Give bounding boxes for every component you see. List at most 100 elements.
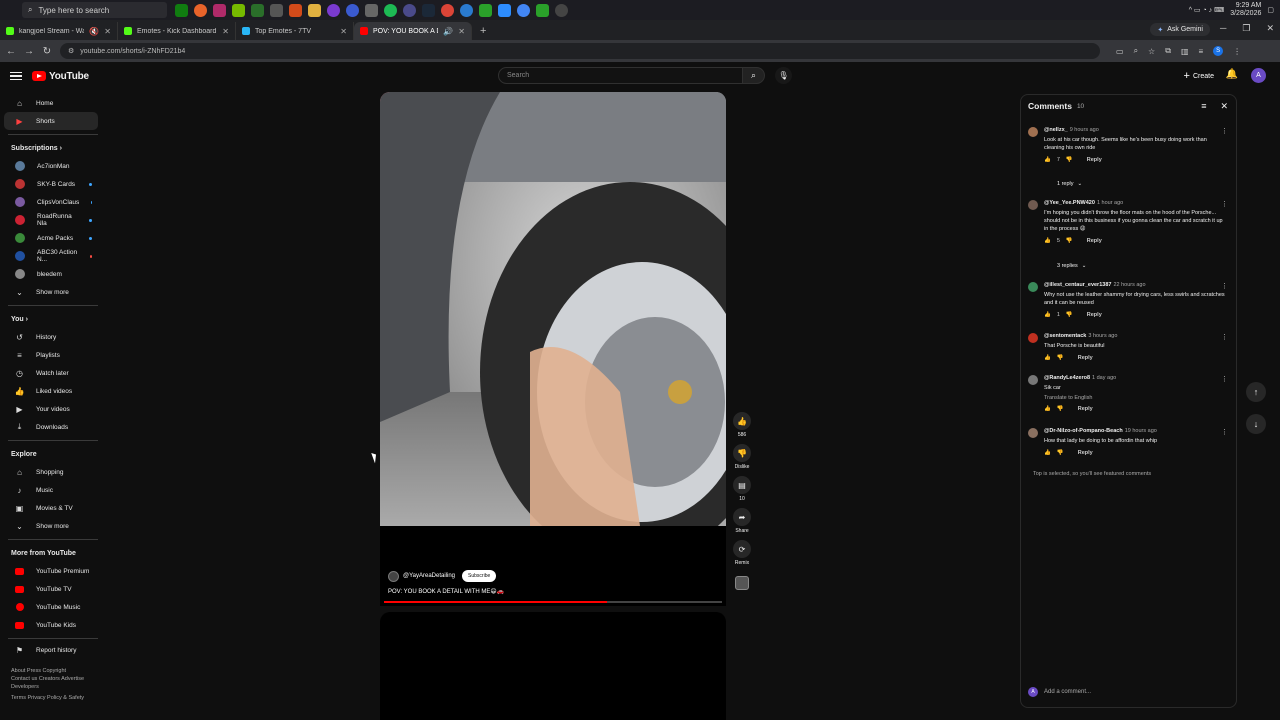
comment-author[interactable]: @Dr-Nilzo-of-Pompano-Beach	[1044, 428, 1123, 434]
commenter-avatar[interactable]	[1028, 200, 1038, 210]
nvidia-app-icon[interactable]	[232, 3, 245, 17]
close-icon[interactable]: ✕	[1220, 101, 1228, 112]
next-short-preview[interactable]	[380, 612, 726, 720]
audio-icon[interactable]: 🔊	[443, 27, 453, 36]
thumbs-up-icon[interactable]: 👍	[1044, 312, 1051, 318]
view-replies-button[interactable]: 3 replies ⌄	[1057, 263, 1086, 269]
sort-icon[interactable]: ≡	[1201, 101, 1206, 112]
settings-icon[interactable]	[555, 3, 568, 17]
sidebar-item-music[interactable]: ♪ Music	[4, 481, 98, 499]
steam-app-icon[interactable]	[422, 3, 435, 17]
chrome-app-icon[interactable]	[441, 3, 454, 17]
close-icon[interactable]: ✕	[458, 27, 465, 36]
maximize-icon[interactable]: ❐	[1242, 23, 1250, 34]
folder-app-icon[interactable]	[308, 3, 321, 17]
more-options-icon[interactable]: ⋮	[1221, 333, 1228, 341]
reply-button[interactable]: Reply	[1087, 238, 1102, 244]
url-field[interactable]: ⚙ youtube.com/shorts/i-ZNhFD21b4	[60, 43, 1100, 59]
app-icon[interactable]	[403, 3, 416, 17]
more-options-icon[interactable]: ⋮	[1221, 375, 1228, 383]
sidebar-item-report-history[interactable]: ⚑ Report history	[4, 641, 98, 659]
comment-author[interactable]: @sentomentack	[1044, 333, 1086, 339]
browser-tab-active[interactable]: POV: YOU BOOK A DETAIL 🔊 ✕	[354, 22, 472, 40]
search-button[interactable]: ⌕	[743, 67, 765, 84]
app-icon[interactable]	[194, 3, 207, 17]
next-short-button[interactable]: ↓	[1246, 414, 1266, 434]
comments-button[interactable]: ▤ 10	[733, 476, 751, 502]
sidebar-item-channel[interactable]: Ac7ionMan	[4, 157, 98, 175]
sidebar-item-downloads[interactable]: ⤓ Downloads	[4, 418, 98, 436]
app-icon[interactable]	[270, 3, 283, 17]
commenter-avatar[interactable]	[1028, 282, 1038, 292]
sidebar-item-channel[interactable]: SKY-B Cards	[4, 175, 98, 193]
sidebar-item-shorts[interactable]: ▶ Shorts	[4, 112, 98, 130]
side-panel-icon[interactable]: ▥	[1181, 47, 1189, 56]
channel-name[interactable]: @YayAreaDetailing	[403, 573, 455, 579]
thumbs-down-icon[interactable]: 👎	[1066, 238, 1073, 244]
spotify-app-icon[interactable]	[384, 3, 397, 17]
sidebar-item-youtube-premium[interactable]: YouTube Premium	[4, 562, 98, 580]
voice-search-button[interactable]: 🎙	[775, 67, 792, 84]
account-avatar[interactable]: A	[1251, 68, 1266, 83]
reply-button[interactable]: Reply	[1078, 355, 1093, 361]
subscriptions-header[interactable]: Subscriptions ›	[0, 139, 104, 157]
app-icon[interactable]	[346, 3, 359, 17]
bookmark-star-icon[interactable]: ☆	[1148, 47, 1155, 56]
sound-thumbnail[interactable]	[735, 576, 749, 590]
youtube-logo[interactable]: YouTube	[32, 71, 89, 82]
reload-icon[interactable]: ↻	[38, 46, 56, 57]
downloads-icon[interactable]: ≡	[1199, 47, 1204, 56]
like-button[interactable]: 👍 586	[733, 412, 751, 438]
app-icon[interactable]	[460, 3, 473, 17]
thumbs-down-icon[interactable]: 👎	[1057, 450, 1064, 456]
sidebar-item-history[interactable]: ↺ History	[4, 328, 98, 346]
subscribe-button[interactable]: Subscribe	[462, 570, 497, 582]
share-button[interactable]: ➦ Share	[733, 508, 751, 534]
app-icon[interactable]	[251, 3, 264, 17]
ask-gemini-button[interactable]: ✦ Ask Gemini	[1150, 23, 1210, 36]
comment-author[interactable]: @nellzx_	[1044, 127, 1068, 133]
add-comment-input[interactable]: Add a comment...	[1044, 689, 1228, 695]
notifications-bell-icon[interactable]: 🔔	[1226, 69, 1238, 80]
browser-tab[interactable]: kangjoel Stream - Watch Li 🔇 ✕	[0, 22, 118, 40]
you-header[interactable]: You ›	[0, 310, 104, 328]
reply-button[interactable]: Reply	[1078, 406, 1093, 412]
short-title[interactable]: POV: YOU BOOK A DETAIL WITH ME😄🚗	[388, 588, 504, 595]
app-icon[interactable]	[365, 3, 378, 17]
comment-author[interactable]: @Yee_Yee.PNW420	[1044, 200, 1095, 206]
sidebar-item-liked-videos[interactable]: 👍 Liked videos	[4, 382, 98, 400]
show-more-button[interactable]: ⌄ Show more	[4, 517, 98, 535]
profile-avatar[interactable]: S	[1213, 46, 1224, 56]
comment-author[interactable]: @illest_centaur_ever1387	[1044, 282, 1111, 288]
previous-short-button[interactable]: ↑	[1246, 382, 1266, 402]
thumbs-down-icon[interactable]: 👎	[1066, 157, 1073, 163]
forward-icon[interactable]: →	[20, 46, 38, 57]
app-icon[interactable]	[289, 3, 302, 17]
sidebar-item-youtube-kids[interactable]: YouTube Kids	[4, 616, 98, 634]
notifications-icon[interactable]: ▢	[1267, 6, 1274, 14]
commenter-avatar[interactable]	[1028, 127, 1038, 137]
shorts-video-player[interactable]	[380, 92, 726, 526]
translate-link[interactable]: Translate to English	[1044, 395, 1228, 401]
thumbs-up-icon[interactable]: 👍	[1044, 406, 1051, 412]
sidebar-item-channel[interactable]: ClipsVonClaus	[4, 193, 98, 211]
commenter-avatar[interactable]	[1028, 428, 1038, 438]
view-replies-button[interactable]: 1 reply ⌄	[1057, 181, 1082, 187]
sidebar-item-channel[interactable]: Acme Packs	[4, 229, 98, 247]
new-tab-button[interactable]: +	[472, 22, 494, 40]
reply-button[interactable]: Reply	[1087, 312, 1102, 318]
sidebar-item-movies-tv[interactable]: ▣ Movies & TV	[4, 499, 98, 517]
taskbar-search[interactable]: ⌕ Type here to search	[22, 2, 167, 18]
reply-button[interactable]: Reply	[1087, 157, 1102, 163]
back-icon[interactable]: ←	[2, 46, 20, 57]
create-button[interactable]: + Create	[1184, 70, 1214, 82]
sidebar-item-channel[interactable]: bleedem	[4, 265, 98, 283]
zoom-icon[interactable]: ⌕	[1134, 46, 1138, 56]
thumbs-up-icon[interactable]: 👍	[1044, 450, 1051, 456]
minimize-icon[interactable]: ─	[1220, 23, 1226, 34]
sidebar-item-youtube-tv[interactable]: YouTube TV	[4, 580, 98, 598]
thumbs-up-icon[interactable]: 👍	[1044, 157, 1051, 163]
search-input[interactable]: Search	[498, 67, 743, 84]
sidebar-item-your-videos[interactable]: ▶ Your videos	[4, 400, 98, 418]
hamburger-menu-icon[interactable]	[10, 71, 22, 81]
